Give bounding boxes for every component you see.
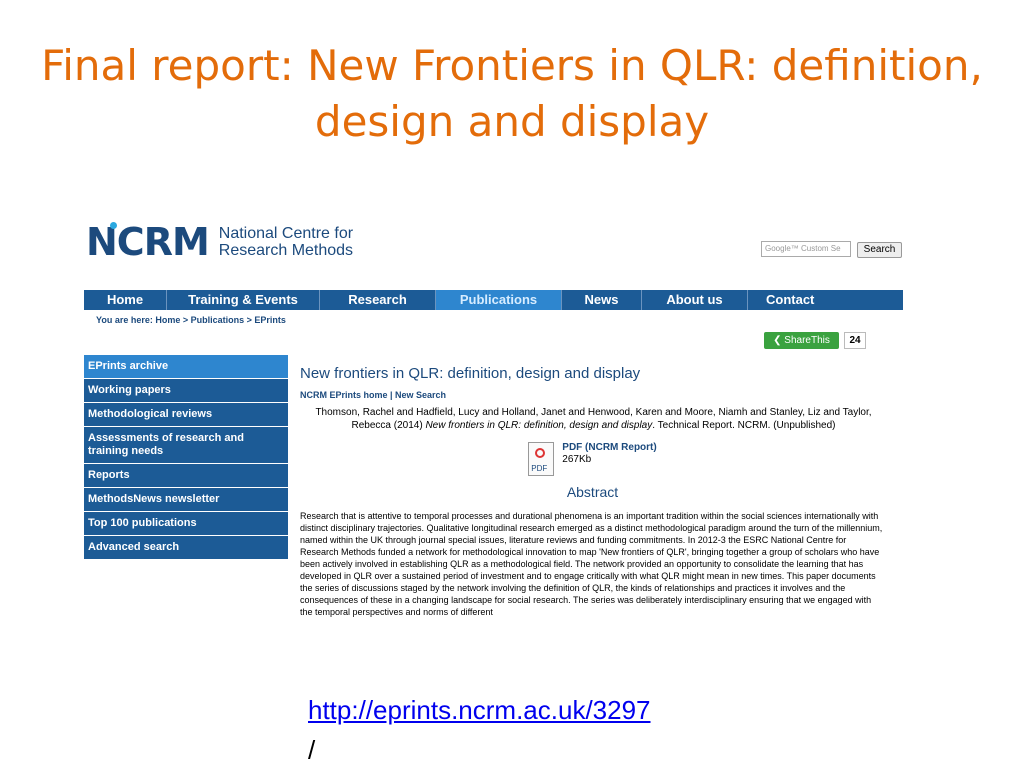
slide-title: Final report: New Frontiers in QLR: defi…: [41, 41, 983, 146]
nav-about-us[interactable]: About us: [642, 290, 748, 310]
sidebar: EPrints archive Working papers Methodolo…: [84, 355, 288, 560]
sidebar-item-reports[interactable]: Reports: [84, 464, 288, 488]
eprint-url-link[interactable]: http://eprints.ncrm.ac.uk/3297: [308, 694, 651, 726]
logo-line-1: National Centre for: [218, 225, 354, 242]
abstract-text: Research that is attentive to temporal p…: [300, 511, 883, 617]
main-content: New frontiers in QLR: definition, design…: [300, 365, 885, 618]
pdf-icon-label: PDF: [531, 464, 548, 473]
main-nav: Home Training & Events Research Publicat…: [84, 290, 903, 310]
logo-dot-icon: [110, 222, 117, 229]
citation-tail: . Technical Report. NCRM. (Unpublished): [652, 420, 836, 431]
nav-training-events[interactable]: Training & Events: [167, 290, 320, 310]
sidebar-item-advanced-search[interactable]: Advanced search: [84, 536, 288, 560]
pdf-size: 267Kb: [562, 454, 592, 465]
sidebar-item-methodsnews[interactable]: MethodsNews newsletter: [84, 488, 288, 512]
pdf-meta: PDF (NCRM Report) 267Kb: [562, 442, 656, 476]
sidebar-item-working-papers[interactable]: Working papers: [84, 379, 288, 403]
document-row: PDF PDF (NCRM Report) 267Kb: [300, 442, 885, 476]
eprints-links[interactable]: NCRM EPrints home | New Search: [300, 390, 885, 400]
nav-contact[interactable]: Contact: [748, 290, 843, 310]
logo-mark: NCRM: [86, 220, 210, 264]
sidebar-item-assessments[interactable]: Assessments of research and training nee…: [84, 427, 288, 464]
citation: Thomson, Rachel and Hadfield, Lucy and H…: [310, 406, 877, 432]
search-button[interactable]: Search: [857, 242, 902, 258]
nav-publications[interactable]: Publications: [436, 290, 562, 310]
logo-text: National Centre for Research Methods: [219, 225, 353, 259]
nav-news[interactable]: News: [562, 290, 642, 310]
share-count: 24: [844, 332, 866, 349]
sidebar-item-top-100[interactable]: Top 100 publications: [84, 512, 288, 536]
sidebar-item-eprints-archive[interactable]: EPrints archive: [84, 355, 288, 379]
share-label: ShareThis: [784, 335, 830, 346]
abstract-heading: Abstract: [566, 484, 619, 500]
eprint-url-tail: /: [308, 735, 316, 765]
breadcrumb: You are here: Home > Publications > EPri…: [96, 315, 286, 325]
pdf-icon[interactable]: PDF: [528, 442, 555, 476]
citation-title: New frontiers in QLR: definition, design…: [425, 420, 653, 431]
share-icon: ❮: [773, 335, 785, 346]
publication-title: New frontiers in QLR: definition, design…: [300, 365, 641, 382]
pdf-link[interactable]: PDF (NCRM Report): [562, 442, 656, 454]
nav-home[interactable]: Home: [84, 290, 167, 310]
share-this-button[interactable]: ❮ ShareThis: [764, 332, 839, 349]
ncrm-logo[interactable]: NCRM National Centre for Research Method…: [86, 222, 353, 262]
logo-line-2: Research Methods: [218, 242, 354, 259]
sidebar-item-methodological-reviews[interactable]: Methodological reviews: [84, 403, 288, 427]
nav-research[interactable]: Research: [320, 290, 436, 310]
search-input[interactable]: Google™ Custom Se: [761, 241, 851, 257]
website-screenshot: NCRM National Centre for Research Method…: [80, 210, 910, 680]
